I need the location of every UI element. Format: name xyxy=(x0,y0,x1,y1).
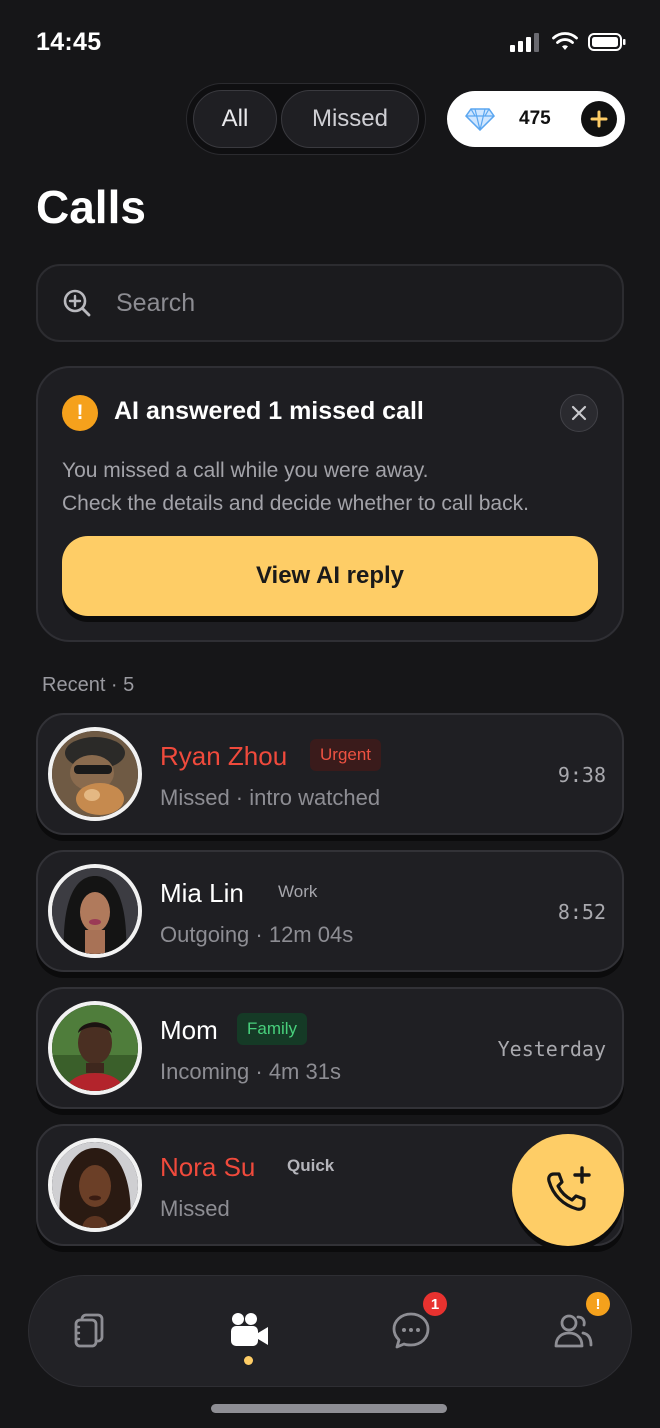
contact-name: Mom xyxy=(160,1015,218,1045)
avatar xyxy=(48,864,142,958)
call-row[interactable]: Ryan Zhou Urgent Missed · intro watched … xyxy=(36,713,624,835)
warning-icon: ! xyxy=(62,395,98,431)
call-row[interactable]: Mia Lin Work Outgoing · 12m 04s 8:52 xyxy=(36,850,624,972)
call-time: 8:52 xyxy=(557,900,606,924)
dismiss-button[interactable] xyxy=(560,394,598,432)
page-title: Calls xyxy=(36,181,146,233)
signal-icon xyxy=(510,33,539,52)
call-detail: Missed · intro watched xyxy=(160,785,381,810)
view-ai-reply-button[interactable]: View AI reply xyxy=(62,536,598,616)
cards-icon xyxy=(74,1313,104,1348)
active-indicator xyxy=(244,1356,253,1365)
call-time: Yesterday xyxy=(497,1037,606,1061)
contact-name: Ryan Zhou xyxy=(160,741,288,771)
notice-body: You missed a call while you were away. C… xyxy=(62,454,612,520)
call-detail: Incoming · 4m 31s xyxy=(160,1059,341,1084)
add-gems-button[interactable] xyxy=(581,101,617,137)
call-detail: Missed xyxy=(160,1196,230,1221)
gem-balance-pill[interactable]: 475 xyxy=(447,91,625,147)
notice-body-line: Check the details and decide whether to … xyxy=(62,492,529,515)
search-icon xyxy=(63,289,91,317)
plus-icon xyxy=(590,110,608,128)
contacts-icon xyxy=(554,1314,593,1348)
close-icon xyxy=(571,405,587,421)
status-time: 14:45 xyxy=(36,28,102,56)
notice-title: AI answered 1 missed call xyxy=(114,397,424,425)
chat-icon xyxy=(392,1312,430,1349)
search-input[interactable] xyxy=(114,287,578,319)
avatar xyxy=(48,1138,142,1232)
notice-body-line: You missed a call while you were away. xyxy=(62,459,429,482)
tag-urgent: Urgent xyxy=(310,739,382,771)
search-bar[interactable] xyxy=(36,264,624,342)
new-call-button[interactable] xyxy=(512,1134,624,1246)
avatar xyxy=(48,1001,142,1095)
call-row[interactable]: Mom Family Incoming · 4m 31s Yesterday xyxy=(36,987,624,1109)
tag-quick: Quick xyxy=(287,1156,335,1175)
tab-all[interactable]: All xyxy=(193,90,277,148)
contact-name: Nora Su xyxy=(160,1152,256,1182)
battery-icon xyxy=(588,33,626,51)
gem-count: 475 xyxy=(519,108,551,129)
contact-name: Mia Lin xyxy=(160,878,244,908)
tag-family: Family xyxy=(237,1013,308,1045)
tab-missed[interactable]: Missed xyxy=(281,90,419,148)
messages-badge: 1 xyxy=(423,1292,447,1316)
call-time: 9:38 xyxy=(557,763,606,787)
bottom-navigation: 1 ! xyxy=(28,1275,632,1387)
phone-plus-icon xyxy=(547,1166,591,1211)
diamond-icon xyxy=(465,108,495,131)
wifi-icon xyxy=(552,32,578,50)
nav-item-cards[interactable] xyxy=(61,1302,117,1358)
avatar xyxy=(48,727,142,821)
nav-item-calls[interactable] xyxy=(221,1302,277,1358)
filter-segmented-control: All Missed xyxy=(186,83,426,155)
ai-missed-call-card: ! AI answered 1 missed call You missed a… xyxy=(36,366,624,642)
home-indicator xyxy=(211,1404,447,1413)
contacts-badge: ! xyxy=(586,1292,610,1316)
tag-work: Work xyxy=(278,882,318,901)
recent-section-label: Recent · 5 xyxy=(42,674,135,696)
call-detail: Outgoing · 12m 04s xyxy=(160,922,354,947)
status-icons xyxy=(510,32,626,52)
video-camera-icon xyxy=(231,1313,268,1346)
